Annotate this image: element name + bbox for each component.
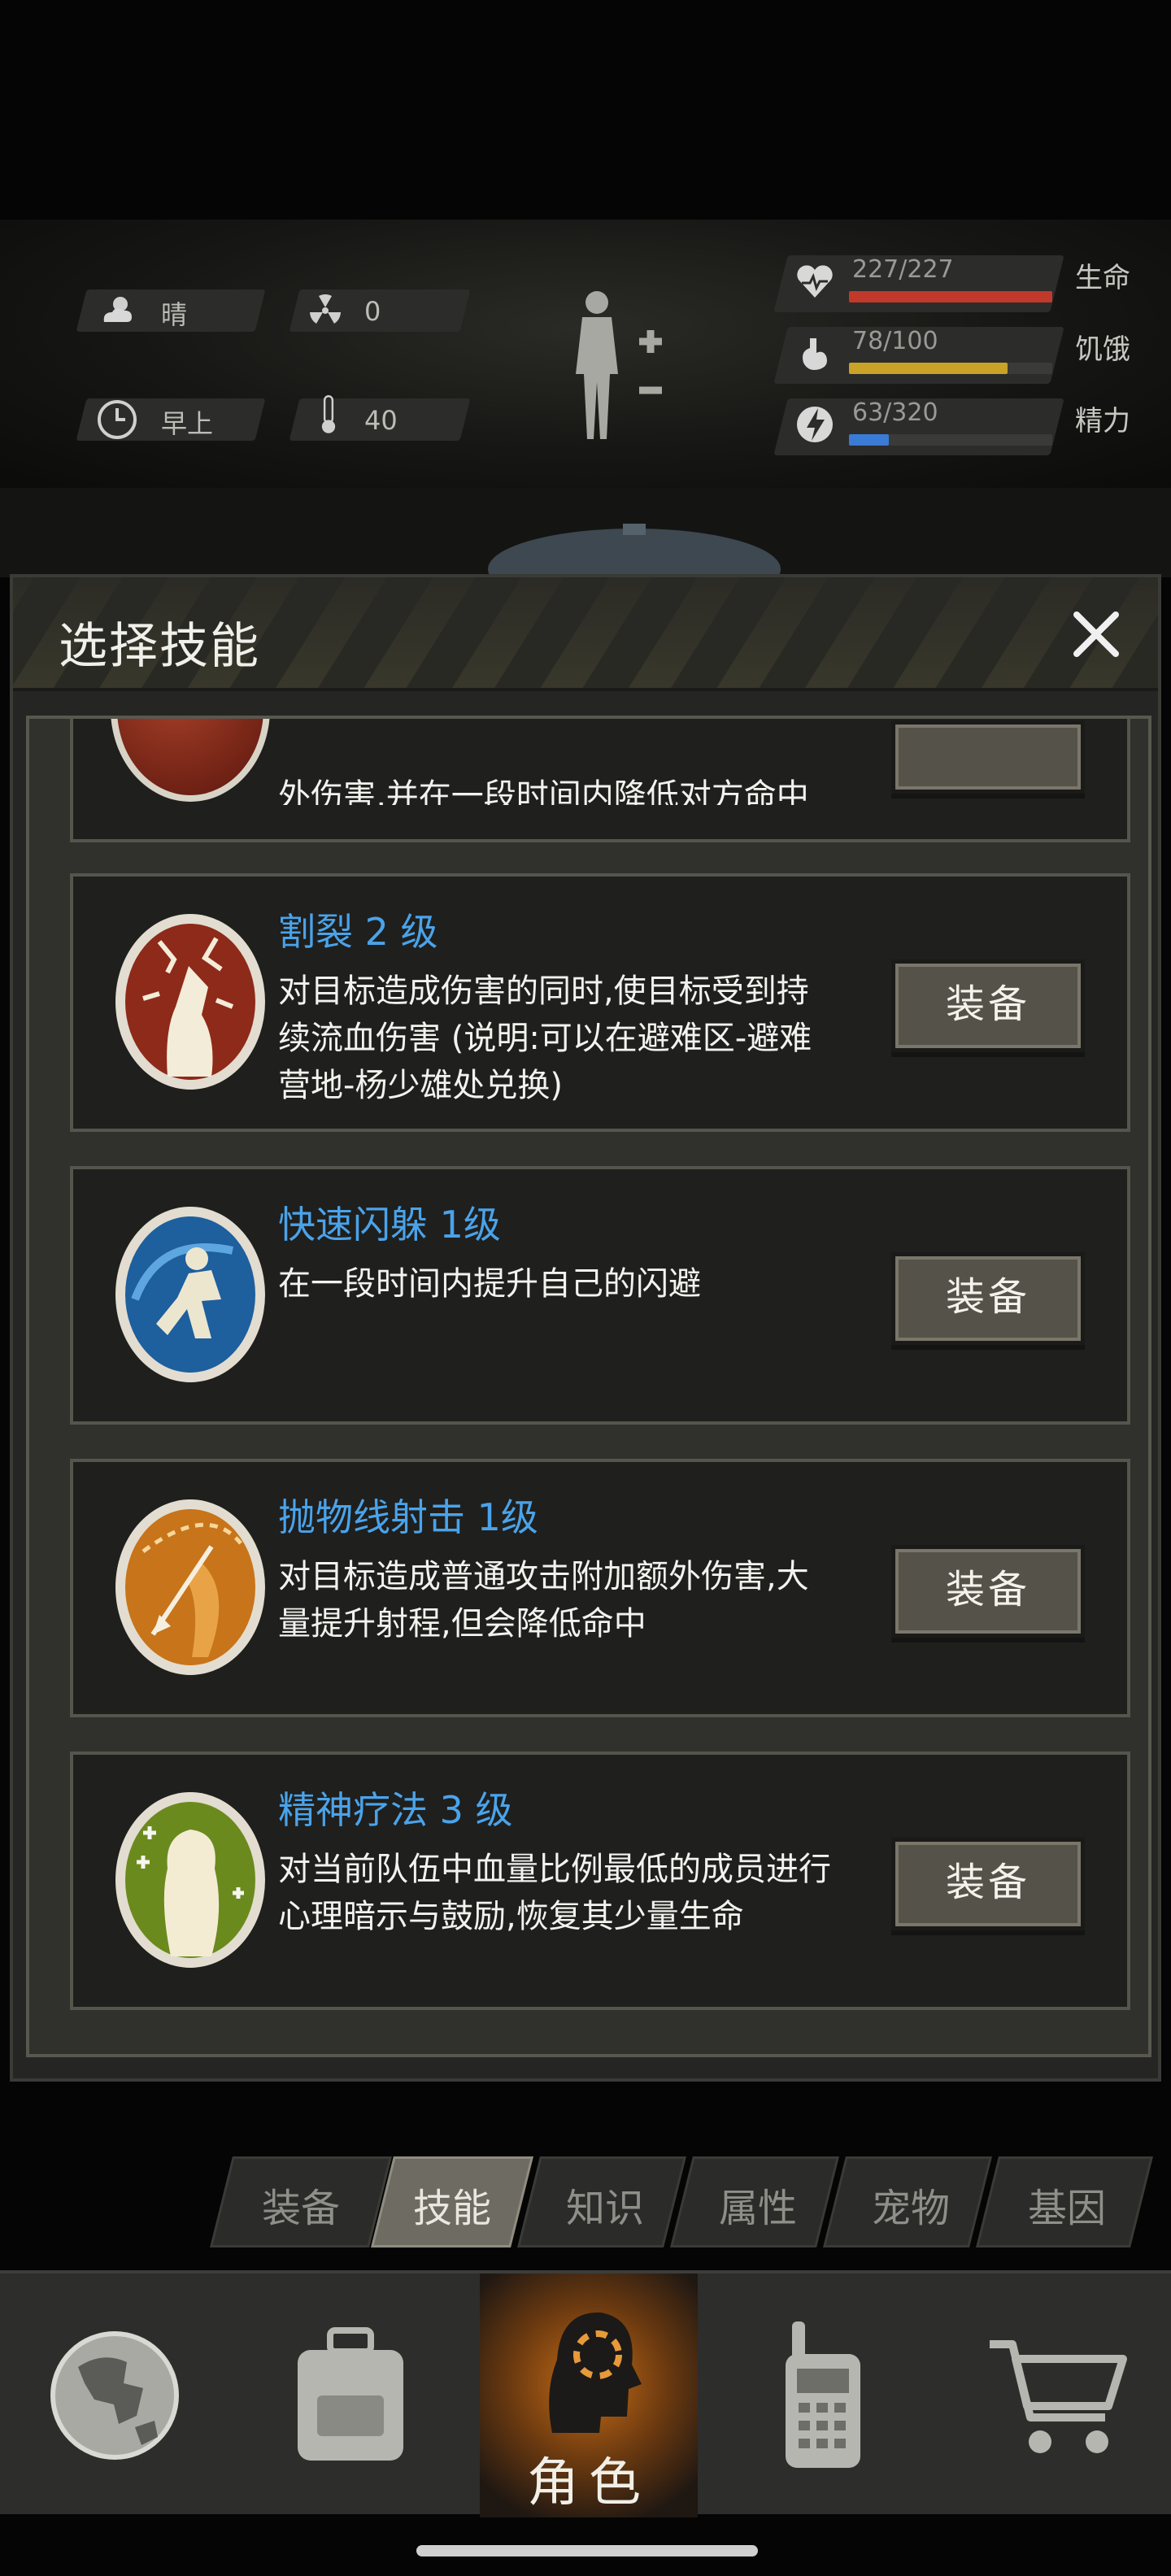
dialog-header: 选择技能 [13, 577, 1158, 691]
hunger-label: 饥饿 [1075, 333, 1130, 366]
walkie-talkie-icon [786, 2321, 860, 2468]
equip-button[interactable]: 装备 [891, 1838, 1085, 1930]
thermometer-icon [321, 395, 336, 433]
health-label: 生命 [1075, 262, 1130, 294]
hunger-bar [849, 363, 1052, 374]
pot-lid-decoration [488, 524, 781, 577]
clock-icon [98, 400, 137, 439]
skill-desc-partial: 外伤害,并在一段时间内降低对方命中 [278, 777, 809, 805]
skill-item: 快速闪躲 1级 在一段时间内提升自己的闪避 装备 [70, 1166, 1130, 1425]
bottom-nav: 角色 [0, 2270, 1171, 2517]
body-figure-icon[interactable] [561, 285, 675, 447]
tab-genes-label: 基因 [1027, 2186, 1106, 2231]
status-panel: 晴 0 早上 40 227/227 生命 78/100 饥饿 63/320 精力 [0, 220, 1171, 488]
skill-list[interactable]: 外伤害,并在一段时间内降低对方命中 割裂 2 级 对目标造成伤害的同时,使目标受… [26, 716, 1151, 2057]
nav-radio[interactable] [707, 2274, 937, 2517]
stomach-icon [803, 338, 827, 370]
parabolic-shot-icon [115, 1499, 265, 1675]
hunger-value: 78/100 [852, 327, 938, 355]
skill-item: 割裂 2 级 对目标造成伤害的同时,使目标受到持续流血伤害 (说明:可以在避难区… [70, 873, 1130, 1132]
radiation-icon [310, 294, 341, 324]
equip-button[interactable]: 装备 [891, 959, 1085, 1052]
nav-world[interactable] [0, 2274, 229, 2517]
home-indicator[interactable] [416, 2545, 758, 2556]
nav-character-label: 角色 [527, 2453, 651, 2513]
dialog-title: 选择技能 [59, 618, 260, 675]
equip-button[interactable]: 装备 [891, 1545, 1085, 1638]
nav-character[interactable]: 角色 [480, 2274, 698, 2517]
skill-name: 快速闪躲 1级 [278, 1203, 501, 1247]
laceration-icon [115, 914, 265, 1090]
skill-desc: 对目标造成伤害的同时,使目标受到持续流血伤害 (说明:可以在避难区-避难营地-杨… [278, 973, 812, 1104]
backpack-icon [298, 2327, 403, 2461]
equip-button-partial[interactable] [891, 720, 1085, 794]
heart-icon [797, 265, 833, 298]
energy-label: 精力 [1075, 405, 1130, 437]
close-icon[interactable] [1064, 602, 1129, 667]
tab-knowledge-label: 知识 [565, 2186, 644, 2231]
skill-item: 抛物线射击 1级 对目标造成普通攻击附加额外伤害,大量提升射程,但会降低命中 装… [70, 1459, 1130, 1717]
skill-name: 精神疗法 3 级 [278, 1788, 513, 1832]
skill-name: 抛物线射击 1级 [278, 1495, 538, 1539]
lightning-icon [797, 407, 833, 442]
energy-bar [849, 434, 1052, 446]
skill-item: 精神疗法 3 级 对当前队伍中血量比例最低的成员进行心理暗示与鼓励,恢复其少量生… [70, 1751, 1130, 2010]
skill-desc: 在一段时间内提升自己的闪避 [278, 1265, 701, 1303]
skill-name: 割裂 2 级 [278, 910, 438, 954]
skill-desc: 对当前队伍中血量比例最低的成员进行心理暗示与鼓励,恢复其少量生命 [278, 1851, 831, 1935]
radiation-value: 0 [364, 296, 381, 327]
weather-label: 晴 [161, 299, 188, 330]
character-head-icon [549, 2312, 642, 2433]
equip-button[interactable]: 装备 [891, 1252, 1085, 1345]
scene-background [0, 488, 1171, 577]
cart-icon [990, 2340, 1127, 2453]
spirit-therapy-icon [115, 1792, 265, 1968]
skill-item-partial: 外伤害,并在一段时间内降低对方命中 [70, 719, 1130, 842]
temperature-value: 40 [364, 405, 398, 436]
tab-attributes-label: 属性 [718, 2186, 797, 2231]
dodge-icon [115, 1207, 265, 1382]
health-value: 227/227 [852, 255, 954, 284]
nav-shop[interactable] [942, 2274, 1171, 2517]
health-bar [849, 291, 1052, 302]
energy-value: 63/320 [852, 398, 938, 427]
cloud-sun-icon [103, 297, 132, 322]
globe-icon [50, 2331, 179, 2460]
tab-equipment-label: 装备 [261, 2186, 340, 2231]
tab-skills-label: 技能 [412, 2186, 491, 2231]
skill-icon-partial [111, 719, 270, 802]
time-label: 早上 [161, 408, 214, 439]
skill-desc: 对目标造成普通攻击附加额外伤害,大量提升射程,但会降低命中 [278, 1558, 809, 1643]
nav-bag[interactable] [236, 2274, 465, 2517]
skill-select-dialog: 选择技能 外伤害,并在一段时间内降低对方命中 割裂 2 级 对目标造成伤害的同时… [10, 574, 1161, 2082]
tab-pets-label: 宠物 [871, 2186, 950, 2231]
